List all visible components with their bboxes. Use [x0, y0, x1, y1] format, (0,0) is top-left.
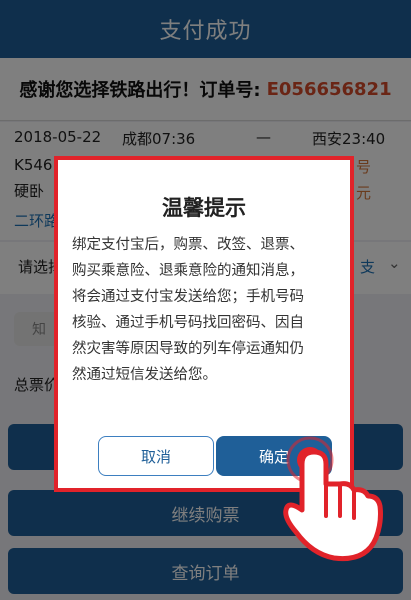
dialog-line: 然通过短信发送给您。 [72, 367, 217, 383]
hand-pointer-icon [283, 436, 383, 562]
dialog-line: 绑定支付宝后，购票、改签、退票、 [72, 237, 304, 253]
dialog-line: 核验、通过手机号码找回密码、因自 [72, 315, 304, 331]
dialog-line: 将会通过支付宝发送给您；手机号码 [72, 289, 304, 305]
dialog-message: 绑定支付宝后，购票、改签、退票、 购买乘意险、退乘意险的通知消息， 将会通过支付… [72, 232, 340, 388]
dialog-line: 然灾害等原因导致的列车停运通知仍 [72, 341, 304, 357]
dialog-title: 温馨提示 [162, 196, 246, 220]
cancel-button[interactable]: 取消 [98, 436, 214, 476]
dialog-line: 购买乘意险、退乘意险的通知消息， [72, 263, 304, 279]
